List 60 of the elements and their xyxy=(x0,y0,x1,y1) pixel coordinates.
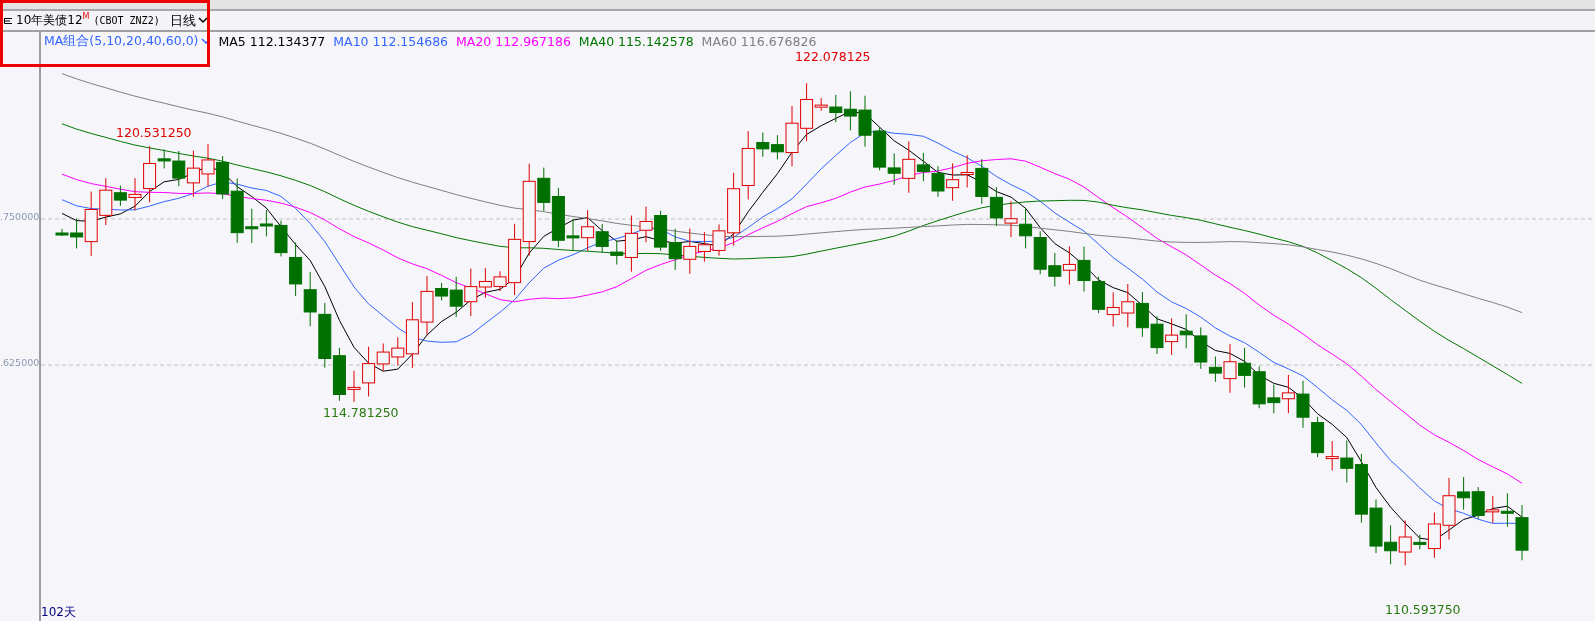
moving-average-value: MA5 112.134377 xyxy=(218,34,326,49)
candlestick xyxy=(1238,347,1252,389)
candlestick xyxy=(1384,524,1398,565)
instrument-code: (CBOT ZNZ2) xyxy=(93,15,160,26)
candlestick xyxy=(1296,380,1310,429)
chevron-down-icon xyxy=(200,38,211,45)
candlestick xyxy=(1325,440,1339,471)
candlestick xyxy=(1165,317,1179,356)
candlestick xyxy=(858,95,872,148)
candlestick xyxy=(318,302,332,369)
candlestick xyxy=(975,158,989,205)
candlestick xyxy=(843,90,857,131)
candlestick xyxy=(1281,374,1295,414)
moving-average-value: MA20 112.967186 xyxy=(456,34,571,49)
candlestick xyxy=(259,209,273,237)
price-extreme-label: 110.593750 xyxy=(1385,602,1461,617)
candlestick xyxy=(1471,486,1485,520)
candlestick xyxy=(1048,252,1062,287)
chevron-down-icon xyxy=(197,17,208,24)
day-count-label: 102天 xyxy=(41,604,76,621)
candlestick xyxy=(1092,276,1106,314)
candlestick xyxy=(931,165,945,198)
period-dropdown[interactable]: 日线 xyxy=(163,11,208,30)
candlestick xyxy=(873,126,887,171)
candlestick xyxy=(1062,245,1076,286)
candlestick xyxy=(1004,200,1018,238)
candlestick xyxy=(1019,207,1033,249)
candlestick xyxy=(201,143,215,188)
candlestick xyxy=(1106,291,1120,328)
price-extreme-label: 122.078125 xyxy=(795,49,871,64)
candlestick xyxy=(1267,383,1281,414)
candlestick xyxy=(1486,495,1500,524)
candlestick xyxy=(1252,365,1266,409)
candlestick xyxy=(303,271,317,327)
price-extreme-label: 120.531250 xyxy=(116,125,192,140)
candlestick xyxy=(1135,291,1149,338)
indicator-dropdown[interactable]: MA组合(5,10,20,40,60,0) xyxy=(44,33,211,50)
moving-average-value: MA10 112.154686 xyxy=(333,34,449,49)
candlestick xyxy=(1311,416,1325,458)
candlestick xyxy=(1077,246,1091,293)
toolbar-handle-icon xyxy=(4,17,12,24)
candlestick xyxy=(1121,283,1135,328)
moving-average-value: MA40 115.142578 xyxy=(578,34,694,49)
candlestick xyxy=(595,223,609,254)
candlestick xyxy=(1179,313,1193,349)
candlestick xyxy=(186,150,200,198)
candlestick xyxy=(1033,230,1047,275)
candlestick xyxy=(668,228,682,271)
candlestick xyxy=(960,154,974,188)
candlestick xyxy=(581,209,595,252)
candlestick xyxy=(989,186,1003,227)
candlestick xyxy=(1369,498,1383,554)
price-extreme-label: 114.781250 xyxy=(323,405,399,420)
candlestick xyxy=(654,210,668,252)
price-axis-label: .625000 xyxy=(0,357,40,368)
moving-average-value: MA60 116.676826 xyxy=(701,34,817,49)
candlestick xyxy=(946,162,960,202)
price-axis-label: .750000 xyxy=(0,211,40,222)
instrument-name: 10年美债12$^{M}$ xyxy=(16,12,90,29)
candlestick xyxy=(1150,315,1164,355)
